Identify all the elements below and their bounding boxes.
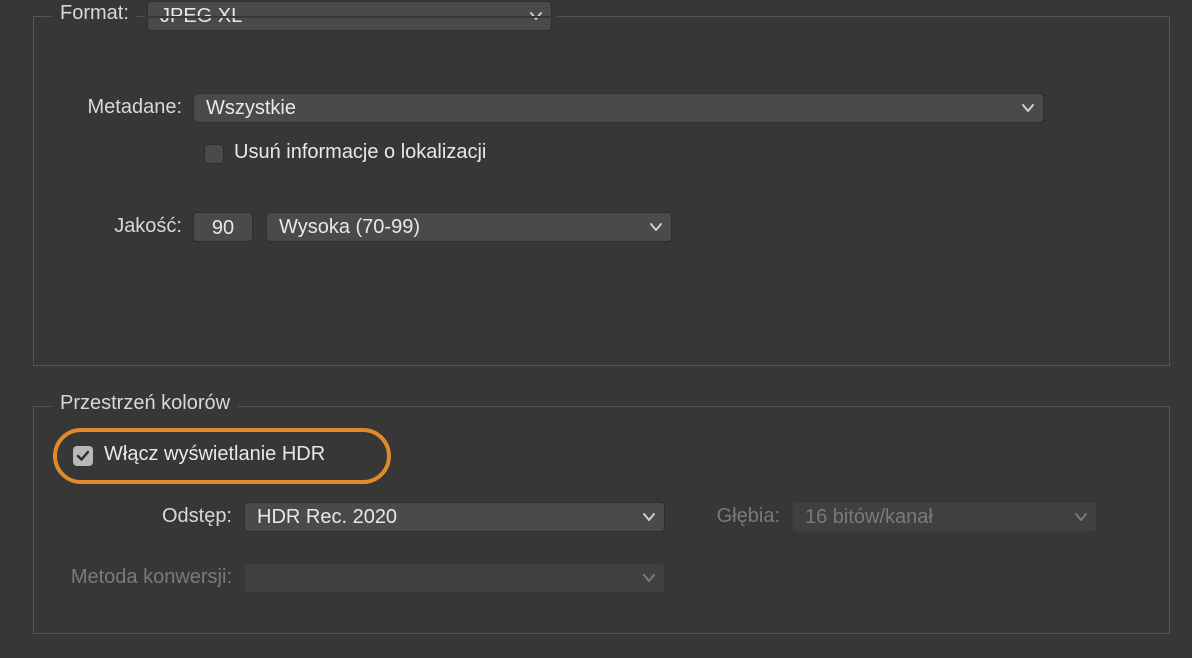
quality-preset-select[interactable]: Wysoka (70-99) bbox=[266, 212, 672, 242]
quality-input[interactable]: 90 bbox=[193, 212, 253, 242]
format-fieldset: Format: JPEG XL Metadane: Wszystkie Usuń… bbox=[33, 16, 1170, 366]
remove-location-label: Usuń informacje o lokalizacji bbox=[234, 141, 486, 164]
metadata-select-value: Wszystkie bbox=[206, 97, 296, 120]
enable-hdr-label: Włącz wyświetlanie HDR bbox=[104, 443, 325, 466]
chevron-down-icon bbox=[642, 512, 656, 522]
intent-select bbox=[244, 563, 665, 593]
chevron-down-icon bbox=[1021, 103, 1035, 113]
chevron-down-icon bbox=[1074, 512, 1088, 522]
colorspace-legend: Przestrzeń kolorów bbox=[52, 392, 238, 415]
colorspace-fieldset: Przestrzeń kolorów Włącz wyświetlanie HD… bbox=[33, 406, 1170, 634]
metadata-label: Metadane: bbox=[54, 96, 182, 119]
depth-label: Głębia: bbox=[684, 505, 780, 528]
remove-location-checkbox[interactable] bbox=[204, 144, 224, 164]
check-icon bbox=[76, 450, 90, 462]
depth-select-value: 16 bitów/kanał bbox=[805, 506, 933, 529]
depth-select: 16 bitów/kanał bbox=[792, 502, 1097, 532]
space-select-value: HDR Rec. 2020 bbox=[257, 506, 397, 529]
enable-hdr-checkbox[interactable] bbox=[73, 446, 93, 466]
quality-input-value: 90 bbox=[212, 217, 234, 239]
quality-preset-value: Wysoka (70-99) bbox=[279, 216, 420, 239]
space-select[interactable]: HDR Rec. 2020 bbox=[244, 502, 665, 532]
format-legend: Format: bbox=[52, 2, 137, 25]
quality-label: Jakość: bbox=[54, 215, 182, 238]
chevron-down-icon bbox=[642, 573, 656, 583]
space-label: Odstęp: bbox=[94, 505, 232, 528]
intent-label: Metoda konwersji: bbox=[34, 566, 232, 589]
metadata-select[interactable]: Wszystkie bbox=[193, 93, 1044, 123]
chevron-down-icon bbox=[649, 222, 663, 232]
